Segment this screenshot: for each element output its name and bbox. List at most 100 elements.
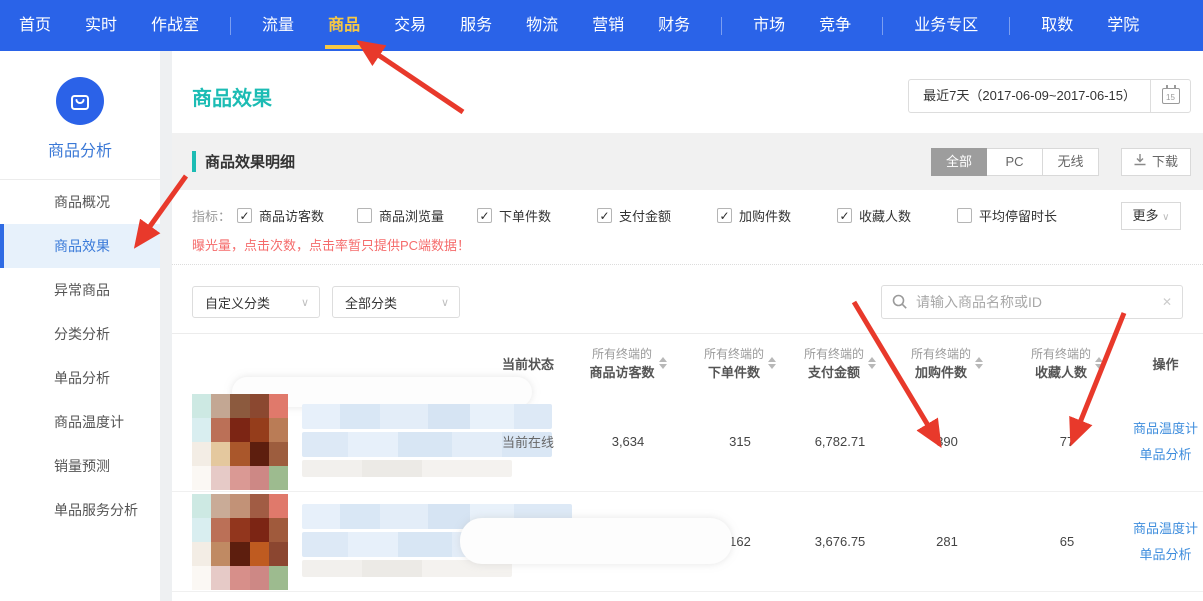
- bag-icon: [56, 77, 104, 125]
- payment-cell: 3,676.75: [792, 534, 888, 549]
- col-favorites[interactable]: 所有终端的收藏人数: [1006, 345, 1128, 381]
- status-cell: 当前在线: [488, 432, 568, 451]
- nav-separator: [230, 17, 231, 35]
- sidebar-item-sales-forecast[interactable]: 销量预测: [0, 444, 160, 488]
- nav-logistics[interactable]: 物流: [509, 0, 575, 51]
- download-icon: [1134, 149, 1146, 175]
- all-category-select[interactable]: 全部分类 ∨: [332, 286, 460, 318]
- nav-market[interactable]: 市场: [736, 0, 802, 51]
- metric-option-visitors[interactable]: ✓商品访客数: [237, 206, 357, 225]
- checkbox-icon[interactable]: ✓: [597, 208, 612, 223]
- checkbox-icon[interactable]: ✓: [237, 208, 252, 223]
- nav-academy[interactable]: 学院: [1090, 0, 1156, 51]
- date-range-picker[interactable]: 最近7天（2017-06-09~2017-06-15） 15: [908, 79, 1191, 113]
- chevron-down-icon: ∨: [301, 296, 309, 309]
- metric-option-pageviews[interactable]: 商品浏览量: [357, 206, 477, 225]
- col-payment[interactable]: 所有终端的支付金额: [792, 345, 888, 381]
- product-search-box[interactable]: ✕: [881, 285, 1183, 319]
- cart-adds-cell: 281: [888, 534, 1006, 549]
- metric-row: 指标： ✓商品访客数 商品浏览量 ✓下单件数 ✓支付金额 ✓加购件数 ✓收藏人数…: [192, 206, 1191, 225]
- checkbox-icon[interactable]: ✓: [477, 208, 492, 223]
- nav-traffic[interactable]: 流量: [245, 0, 311, 51]
- product-cell: [192, 394, 488, 490]
- metrics-label: 指标：: [192, 206, 231, 225]
- metric-option-orders[interactable]: ✓下单件数: [477, 206, 597, 225]
- product-image-redacted: [192, 394, 288, 490]
- chevron-down-icon: ∨: [1162, 212, 1169, 223]
- page-header: 商品效果 最近7天（2017-06-09~2017-06-15） 15: [172, 51, 1203, 133]
- visitors-cell: 3,634: [568, 434, 688, 449]
- custom-category-select[interactable]: 自定义分类 ∨: [192, 286, 320, 318]
- nav-product[interactable]: 商品: [311, 0, 377, 51]
- download-label: 下载: [1152, 149, 1178, 175]
- nav-trade[interactable]: 交易: [377, 0, 443, 51]
- section-header-band: 商品效果明细 全部 PC 无线 下载: [172, 133, 1203, 190]
- sidebar-item-product-thermometer[interactable]: 商品温度计: [0, 400, 160, 444]
- nav-business-zone[interactable]: 业务专区: [897, 0, 995, 51]
- metric-option-payment[interactable]: ✓支付金额: [597, 206, 717, 225]
- terminal-tab-all[interactable]: 全部: [931, 148, 987, 176]
- table-header-row: 当前状态 所有终端的商品访客数 所有终端的下单件数 所有终端的支付金额 所有终端…: [172, 334, 1203, 392]
- nav-war-room[interactable]: 作战室: [134, 0, 216, 51]
- payment-cell: 6,782.71: [792, 434, 888, 449]
- sidebar-item-abnormal-products[interactable]: 异常商品: [0, 268, 160, 312]
- download-button[interactable]: 下载: [1121, 148, 1191, 176]
- nav-separator: [882, 17, 883, 35]
- col-action: 操作: [1128, 354, 1203, 373]
- sort-icon[interactable]: [868, 357, 876, 369]
- single-item-analysis-link[interactable]: 单品分析: [1128, 442, 1203, 468]
- metric-option-avg-stay[interactable]: 平均停留时长: [957, 206, 1097, 225]
- sidebar-item-product-overview[interactable]: 商品概况: [0, 180, 160, 224]
- sidebar-item-product-effect[interactable]: 商品效果: [0, 224, 160, 268]
- more-metrics-button[interactable]: 更多 ∨: [1121, 202, 1181, 230]
- pc-data-notice: 曝光量，点击次数，点击率暂只提供PC端数据！: [192, 235, 1191, 254]
- nav-home[interactable]: 首页: [2, 0, 68, 51]
- nav-separator: [1009, 17, 1010, 35]
- thermometer-link[interactable]: 商品温度计: [1128, 416, 1203, 442]
- sort-icon[interactable]: [975, 357, 983, 369]
- thermometer-link[interactable]: 商品温度计: [1128, 516, 1203, 542]
- page-title: 商品效果: [192, 82, 272, 111]
- sidebar-item-category-analysis[interactable]: 分类分析: [0, 312, 160, 356]
- checkbox-icon[interactable]: [357, 208, 372, 223]
- sidebar-item-single-item-analysis[interactable]: 单品分析: [0, 356, 160, 400]
- sort-icon[interactable]: [1095, 357, 1103, 369]
- col-visitors[interactable]: 所有终端的商品访客数: [568, 345, 688, 381]
- metric-option-favorites[interactable]: ✓收藏人数: [837, 206, 957, 225]
- col-orders[interactable]: 所有终端的下单件数: [688, 345, 792, 381]
- clear-icon[interactable]: ✕: [1162, 295, 1172, 309]
- top-navigation: 首页 实时 作战室 流量 商品 交易 服务 物流 营销 财务 市场 竞争 业务专…: [0, 0, 1203, 51]
- calendar-button[interactable]: 15: [1150, 80, 1190, 112]
- product-cell: [192, 494, 488, 590]
- sort-icon[interactable]: [659, 357, 667, 369]
- actions-cell: 商品温度计 单品分析: [1128, 416, 1203, 468]
- table-row: 2,152 162 3,676.75 281 65 商品温度计 单品分析: [172, 492, 1203, 592]
- nav-finance[interactable]: 财务: [641, 0, 707, 51]
- calendar-icon: 15: [1162, 88, 1180, 104]
- sidebar-item-single-service-analysis[interactable]: 单品服务分析: [0, 488, 160, 532]
- checkbox-icon[interactable]: [957, 208, 972, 223]
- nav-marketing[interactable]: 营销: [575, 0, 641, 51]
- single-item-analysis-link[interactable]: 单品分析: [1128, 542, 1203, 568]
- nav-data-extract[interactable]: 取数: [1024, 0, 1090, 51]
- section-title: 商品效果明细: [192, 151, 295, 172]
- terminal-tab-pc[interactable]: PC: [987, 148, 1043, 176]
- metric-option-cart-adds[interactable]: ✓加购件数: [717, 206, 837, 225]
- sidebar-section-title: 商品分析: [0, 137, 160, 161]
- category-selects: 自定义分类 ∨ 全部分类 ∨: [192, 286, 460, 318]
- search-input[interactable]: [916, 294, 1162, 310]
- product-image-redacted: [192, 494, 288, 590]
- col-status: 当前状态: [488, 354, 568, 373]
- sidebar-header: 商品分析: [0, 51, 160, 180]
- nav-service[interactable]: 服务: [443, 0, 509, 51]
- checkbox-icon[interactable]: ✓: [717, 208, 732, 223]
- metric-selector-block: 指标： ✓商品访客数 商品浏览量 ✓下单件数 ✓支付金额 ✓加购件数 ✓收藏人数…: [172, 190, 1203, 265]
- checkbox-icon[interactable]: ✓: [837, 208, 852, 223]
- nav-competition[interactable]: 竞争: [802, 0, 868, 51]
- favorites-cell: 65: [1006, 534, 1128, 549]
- terminal-tab-wireless[interactable]: 无线: [1043, 148, 1099, 176]
- nav-realtime[interactable]: 实时: [68, 0, 134, 51]
- terminal-segmented-control: 全部 PC 无线: [931, 148, 1099, 176]
- col-cart-adds[interactable]: 所有终端的加购件数: [888, 345, 1006, 381]
- sort-icon[interactable]: [768, 357, 776, 369]
